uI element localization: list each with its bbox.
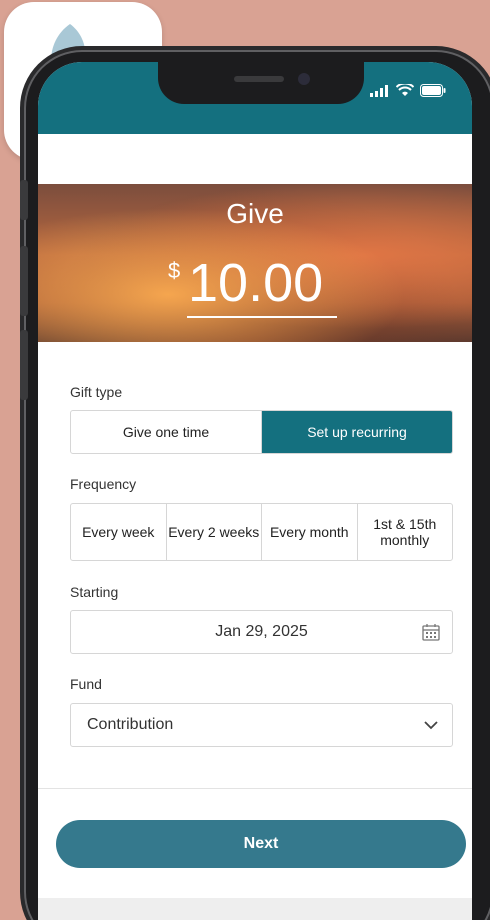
chevron-down-icon	[424, 721, 438, 730]
wifi-icon	[396, 84, 414, 96]
frequency-every-month[interactable]: Every month	[261, 504, 357, 560]
frequency-selector: Every week Every 2 weeks Every month 1st…	[70, 503, 453, 561]
start-date-value: Jan 29, 2025	[215, 623, 308, 640]
bottom-bar	[38, 898, 472, 920]
frequency-1st-15th-monthly[interactable]: 1st & 15th monthly	[356, 504, 453, 560]
frequency-every-week[interactable]: Every week	[71, 504, 166, 560]
amount-input[interactable]: 10.00	[188, 252, 323, 314]
volume-down-button	[20, 330, 28, 400]
starting-label: Starting	[70, 584, 119, 600]
fund-label: Fund	[70, 676, 102, 692]
fund-select[interactable]: Contribution	[70, 703, 453, 747]
currency-symbol: $	[168, 258, 181, 283]
section-divider	[38, 788, 472, 789]
frequency-label: Frequency	[70, 476, 137, 492]
battery-icon	[420, 84, 446, 97]
give-one-time-option[interactable]: Give one time	[71, 411, 261, 453]
gift-type-label: Gift type	[70, 384, 123, 400]
notch	[158, 62, 364, 104]
language-toggle[interactable]: Español	[354, 154, 401, 169]
amount-underline	[187, 316, 337, 318]
frequency-every-2-weeks[interactable]: Every 2 weeks	[165, 504, 262, 560]
fund-value: Contribution	[87, 716, 174, 733]
start-date-field[interactable]: Jan 29, 2025	[70, 610, 453, 654]
volume-up-button	[20, 246, 28, 316]
user-lock-icon[interactable]	[432, 148, 456, 168]
app-screen: edmondchurchofChrist Español Give $ 10.0…	[38, 62, 472, 920]
church-brand-logo: edmondchurchofChrist	[185, 142, 344, 157]
cellular-signal-icon	[370, 84, 388, 97]
status-icons	[370, 84, 446, 97]
next-button[interactable]: Next	[56, 820, 466, 868]
gift-type-selector: Give one time Set up recurring	[70, 410, 453, 454]
set-up-recurring-option[interactable]: Set up recurring	[261, 411, 452, 453]
mute-switch	[20, 180, 28, 220]
calendar-icon	[422, 624, 440, 641]
page-title: Give	[226, 198, 284, 229]
